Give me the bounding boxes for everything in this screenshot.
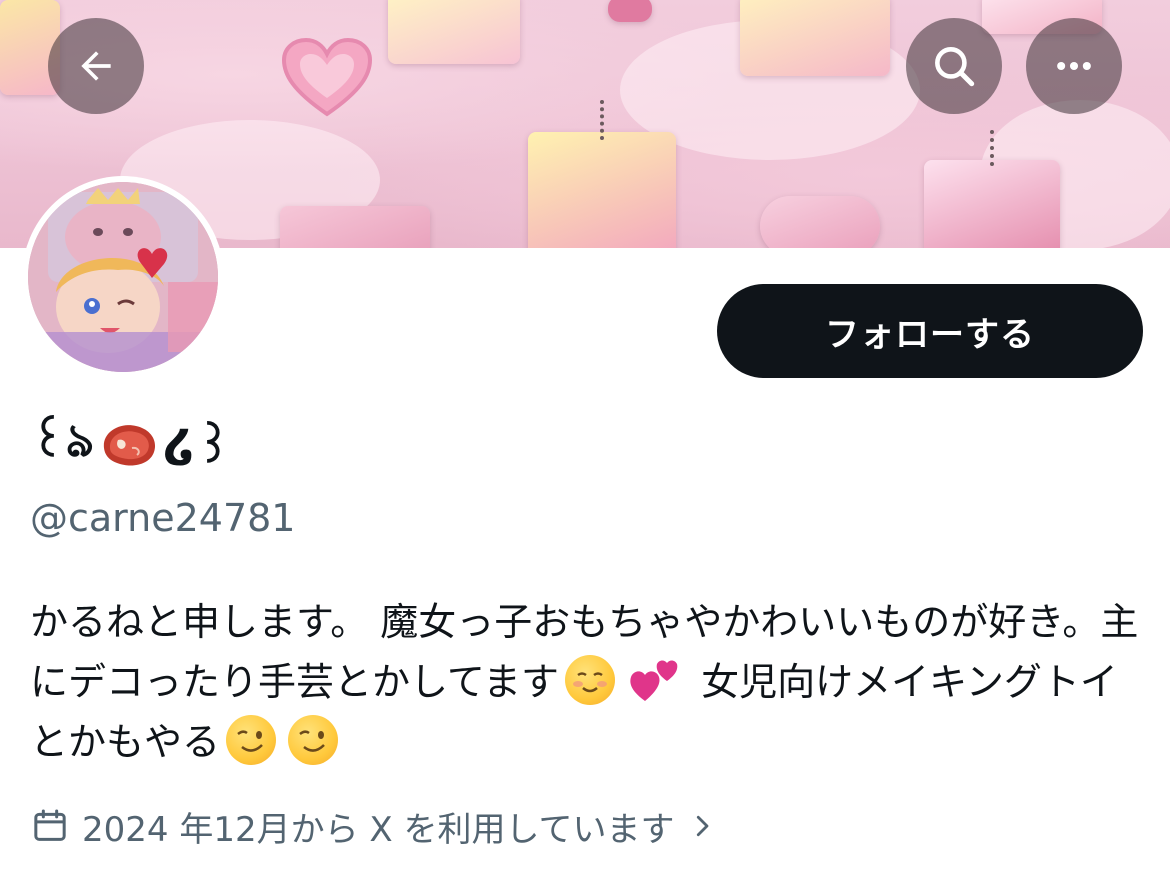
more-horizontal-icon (1057, 61, 1091, 71)
winking-face-emoji-icon (226, 715, 277, 765)
banner-bow (760, 196, 880, 248)
follow-button[interactable]: フォローする (717, 284, 1143, 378)
avatar-image (28, 182, 218, 372)
banner-card (280, 206, 430, 248)
joined-date-text: 2024 年12月から X を利用しています (82, 809, 675, 850)
banner-card (924, 160, 1060, 248)
search-icon (935, 47, 975, 87)
display-name-left: ꒰ঌ (30, 413, 94, 467)
chevron-right-icon (696, 815, 708, 837)
more-button[interactable] (1026, 18, 1122, 114)
banner-chain (990, 130, 998, 166)
display-name-right: ໒꒱ (163, 419, 232, 473)
back-button[interactable] (48, 18, 144, 114)
calendar-icon (34, 809, 66, 841)
banner-charm (608, 0, 652, 22)
search-button[interactable] (906, 18, 1002, 114)
smiling-face-emoji-icon (564, 655, 615, 705)
display-name: ꒰ঌ ໒꒱ (30, 412, 231, 476)
avatar-illustration (28, 182, 218, 372)
banner-card (388, 0, 520, 64)
avatar[interactable] (22, 176, 224, 378)
banner-chain (600, 100, 608, 140)
two-hearts-emoji-icon (627, 655, 683, 705)
joined-date-link[interactable]: 2024 年12月から X を利用しています (30, 800, 717, 852)
arrow-left-icon (81, 51, 111, 81)
cut-of-meat-emoji-icon (103, 425, 155, 466)
banner-card (740, 0, 890, 76)
winking-face-emoji-icon (288, 715, 339, 765)
username-handle: @carne24781 (30, 496, 296, 540)
profile-bio: かるねと申します。 魔女っ子おもちゃやかわいいものが好き。主にデコったり手芸とか… (30, 592, 1140, 772)
banner-card (528, 132, 676, 248)
banner-heart (282, 38, 372, 117)
